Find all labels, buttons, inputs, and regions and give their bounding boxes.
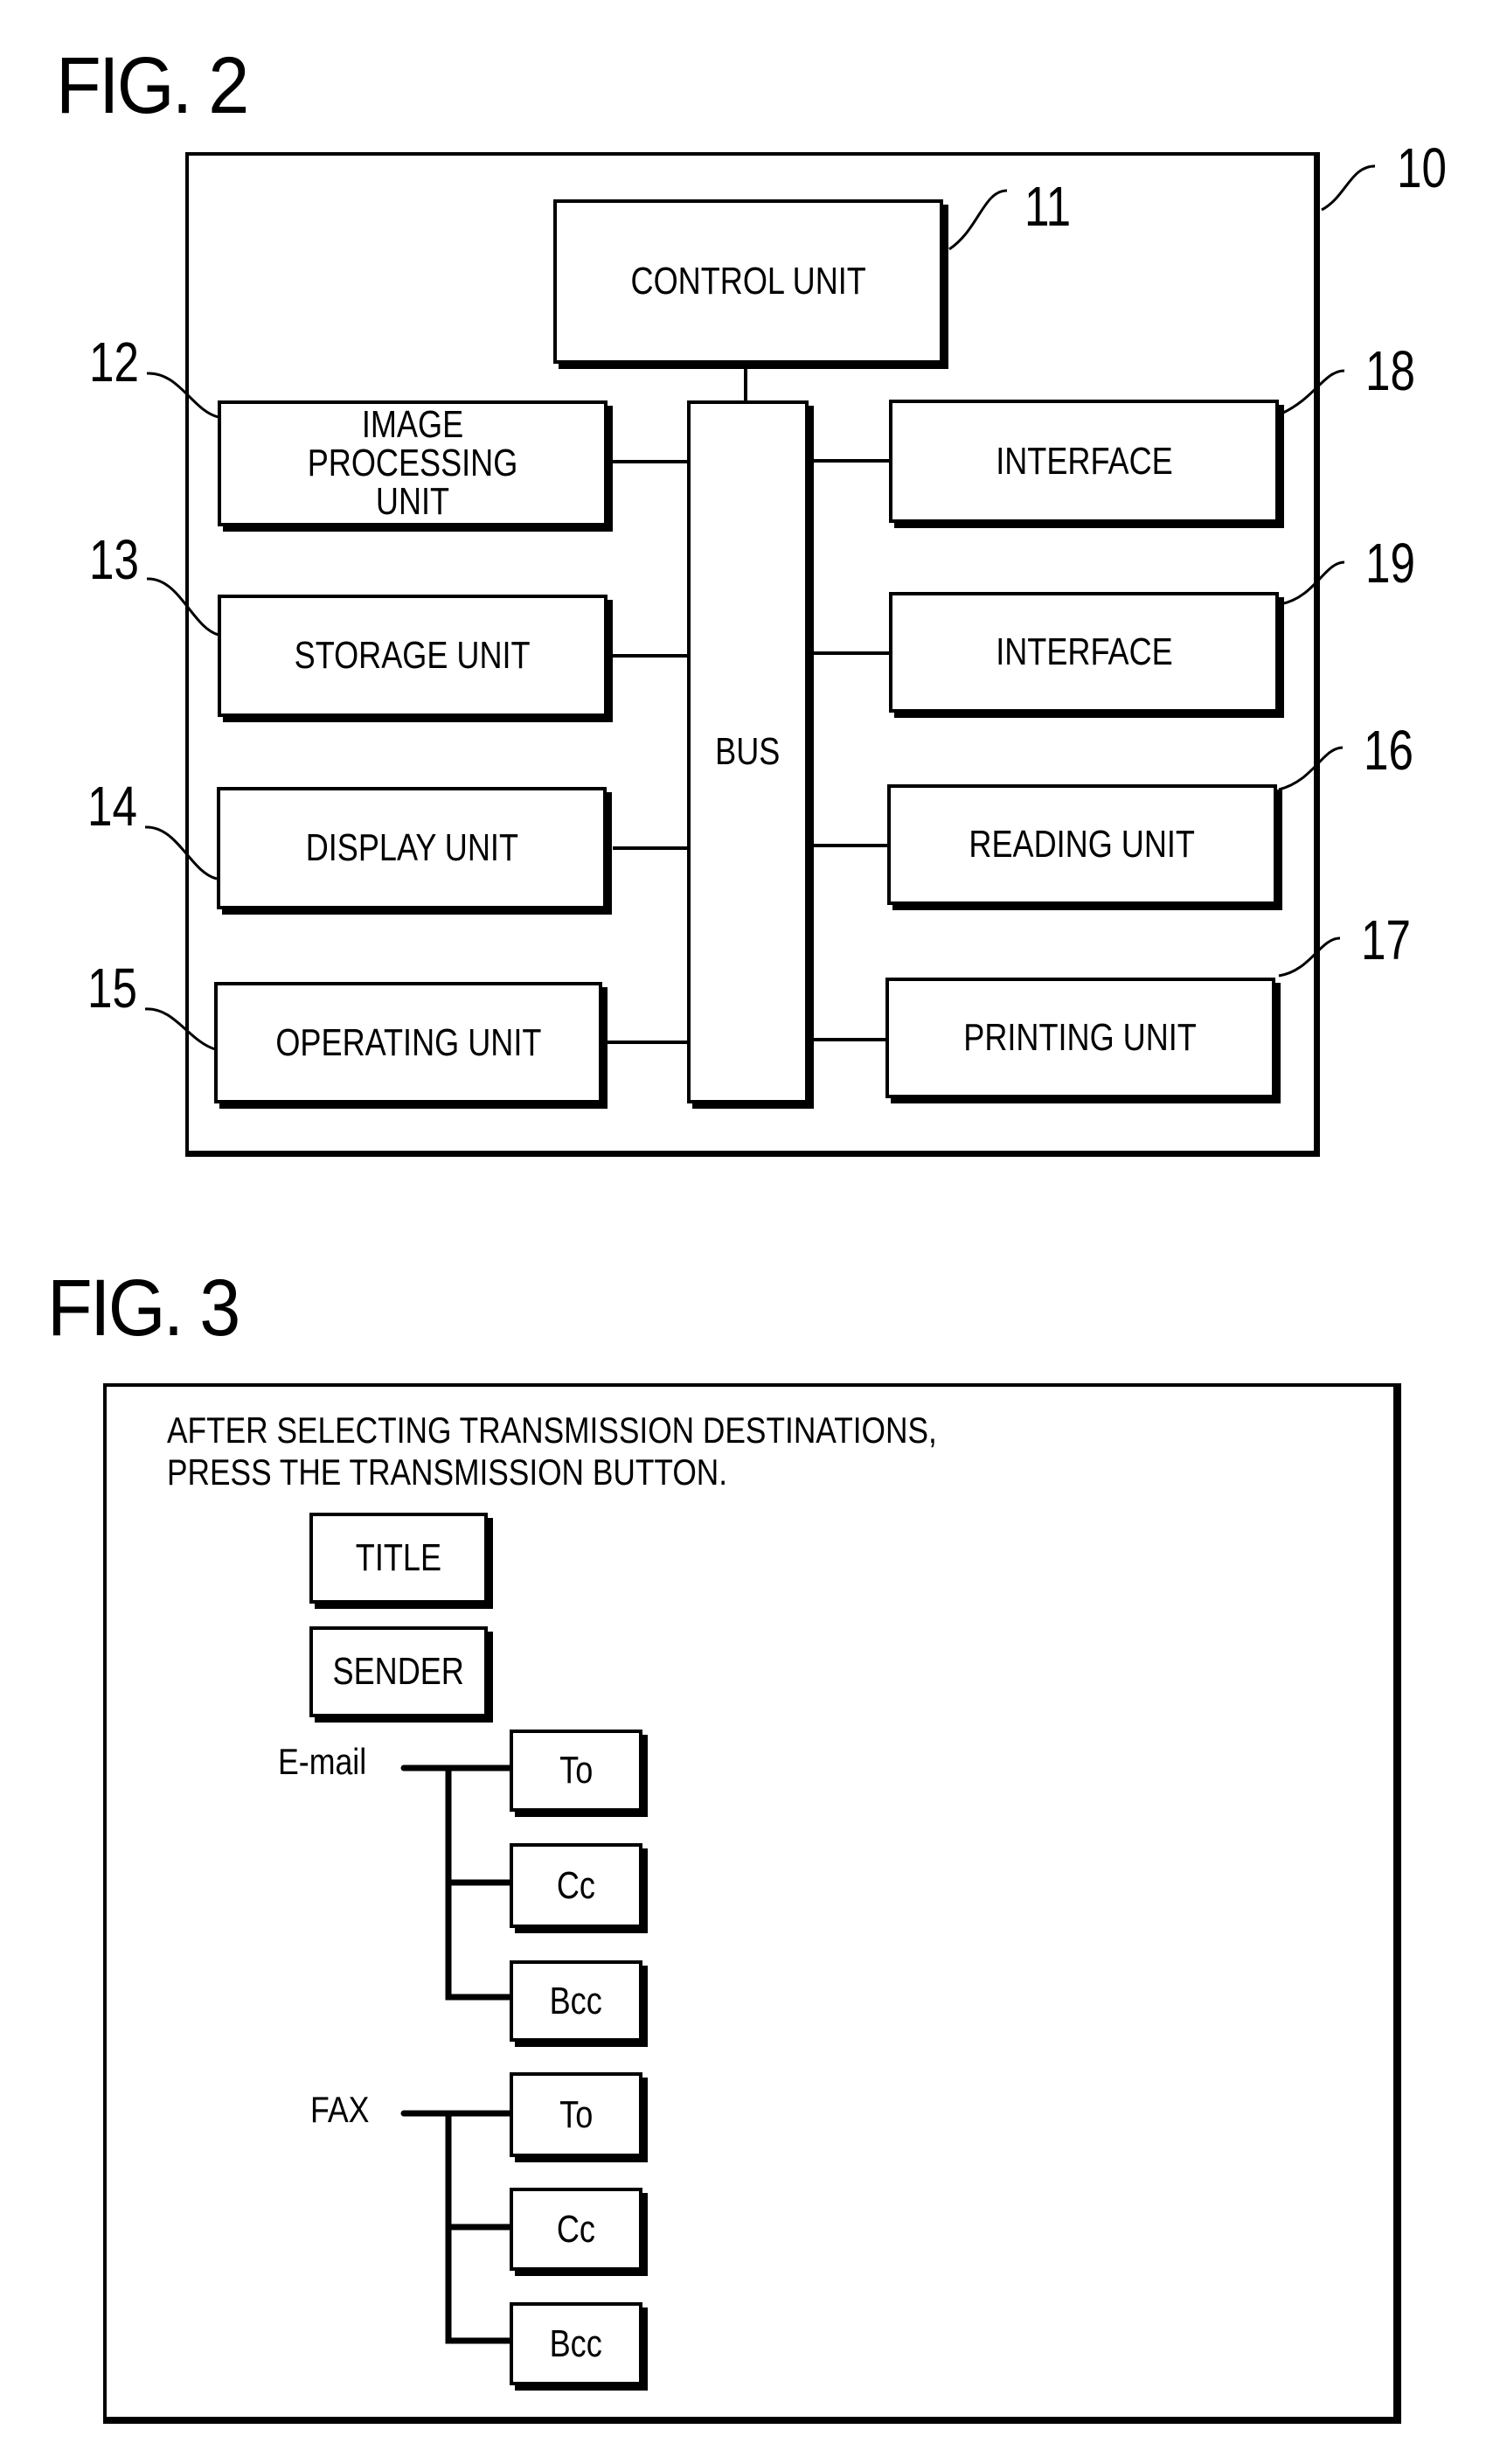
operating-unit-label: OPERATING UNIT xyxy=(274,1020,542,1064)
leader-17 xyxy=(1278,936,1341,978)
ref-16: 16 xyxy=(1364,719,1413,782)
fig3-screen-frame xyxy=(103,1383,1401,2424)
leader-12 xyxy=(146,372,219,419)
email-bcc-button[interactable]: Bcc xyxy=(510,1960,642,2042)
leader-16 xyxy=(1278,746,1344,791)
email-cc-label: Cc xyxy=(556,1863,596,1907)
fax-label: FAX xyxy=(310,2089,370,2130)
leader-18 xyxy=(1281,369,1345,415)
ref-17: 17 xyxy=(1361,908,1411,971)
control-unit-label: CONTROL UNIT xyxy=(630,260,866,303)
email-label: E-mail xyxy=(278,1741,367,1782)
storage-unit-label: STORAGE UNIT xyxy=(295,634,531,677)
leader-19 xyxy=(1280,560,1345,606)
interface-18-label: INTERFACE xyxy=(995,439,1173,483)
title-button[interactable]: TITLE xyxy=(309,1513,488,1604)
email-to-button[interactable]: To xyxy=(510,1730,642,1812)
fax-to-label: To xyxy=(559,2092,594,2136)
bus-box: BUS xyxy=(687,400,809,1103)
control-unit-box: CONTROL UNIT xyxy=(553,199,943,364)
fax-bcc-button[interactable]: Bcc xyxy=(510,2302,642,2385)
reading-unit-box: READING UNIT xyxy=(887,784,1277,905)
email-bcc-label: Bcc xyxy=(549,1979,603,2022)
fax-bcc-label: Bcc xyxy=(549,2321,603,2365)
fax-cc-button[interactable]: Cc xyxy=(510,2188,642,2271)
leader-15 xyxy=(144,1007,216,1051)
ref-15: 15 xyxy=(87,957,137,1020)
leader-14 xyxy=(144,825,218,880)
leader-10 xyxy=(1321,164,1376,212)
email-to-label: To xyxy=(559,1749,594,1792)
ref-11: 11 xyxy=(1024,175,1072,238)
title-button-label: TITLE xyxy=(355,1536,442,1579)
printing-unit-box: PRINTING UNIT xyxy=(885,978,1275,1098)
printing-unit-label: PRINTING UNIT xyxy=(963,1016,1198,1059)
image-processing-unit-box: IMAGE PROCESSING UNIT xyxy=(218,400,608,526)
image-processing-unit-label: IMAGE PROCESSING UNIT xyxy=(307,403,518,523)
instruction-line-1: AFTER SELECTING TRANSMISSION DESTINATION… xyxy=(167,1409,937,1451)
ref-18: 18 xyxy=(1365,339,1415,402)
ref-13: 13 xyxy=(89,528,139,591)
interface-18-box: INTERFACE xyxy=(889,400,1279,523)
display-unit-label: DISPLAY UNIT xyxy=(305,826,518,869)
ref-14: 14 xyxy=(87,775,137,838)
display-unit-box: DISPLAY UNIT xyxy=(217,787,607,909)
reading-unit-label: READING UNIT xyxy=(969,823,1196,866)
email-cc-button[interactable]: Cc xyxy=(510,1843,642,1928)
fax-to-button[interactable]: To xyxy=(510,2072,642,2157)
ref-19: 19 xyxy=(1365,532,1415,595)
leader-13 xyxy=(146,577,219,637)
fig3-title: FIG. 3 xyxy=(47,1263,240,1353)
sender-button-label: SENDER xyxy=(332,1650,465,1693)
ref-10: 10 xyxy=(1397,136,1447,199)
interface-19-label: INTERFACE xyxy=(995,630,1173,673)
ref-12: 12 xyxy=(89,331,139,393)
sender-button[interactable]: SENDER xyxy=(309,1626,488,1717)
leader-11 xyxy=(948,189,1008,251)
interface-19-box: INTERFACE xyxy=(889,592,1279,713)
bus-label: BUS xyxy=(715,730,781,773)
storage-unit-box: STORAGE UNIT xyxy=(218,595,608,717)
instruction-line-2: PRESS THE TRANSMISSION BUTTON. xyxy=(167,1451,728,1493)
fax-cc-label: Cc xyxy=(556,2207,596,2251)
operating-unit-box: OPERATING UNIT xyxy=(214,982,602,1103)
